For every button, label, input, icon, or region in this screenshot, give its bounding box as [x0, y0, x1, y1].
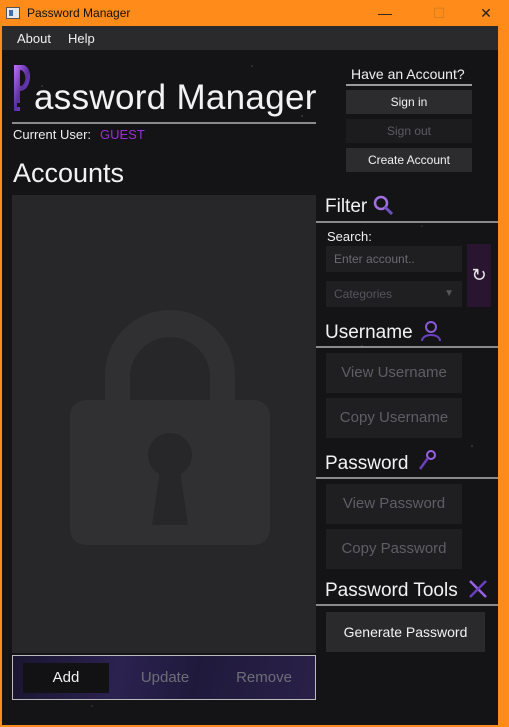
- category-dropdown-value: Categories: [334, 287, 393, 301]
- search-label: Search:: [327, 229, 372, 244]
- username-divider: [316, 346, 498, 348]
- create-account-button[interactable]: Create Account: [346, 148, 472, 172]
- search-icon: [373, 195, 394, 216]
- title-bar: Password Manager — ☐ ✕: [0, 0, 509, 26]
- have-account-heading: Have an Account?: [351, 66, 465, 82]
- category-dropdown[interactable]: Categories ▼: [326, 281, 462, 307]
- accounts-heading: Accounts: [13, 158, 125, 188]
- sign-out-button[interactable]: Sign out: [346, 119, 472, 143]
- update-button[interactable]: Update: [122, 663, 208, 693]
- refresh-button[interactable]: ↻: [467, 244, 491, 307]
- app-title: assword Manager: [34, 78, 317, 117]
- view-username-button[interactable]: View Username: [326, 353, 462, 393]
- add-button[interactable]: Add: [23, 663, 109, 693]
- key-icon: [418, 450, 436, 470]
- have-account-divider: [346, 84, 472, 86]
- logo-key-icon: [14, 65, 31, 111]
- lock-icon: [70, 310, 270, 545]
- title-divider: [12, 122, 316, 124]
- accounts-action-bar: Add Update Remove: [12, 655, 316, 700]
- copy-password-button[interactable]: Copy Password: [326, 529, 462, 569]
- username-heading: Username: [325, 322, 413, 343]
- password-tools-heading: Password Tools: [325, 580, 458, 601]
- menu-bar: About Help: [2, 26, 498, 50]
- current-user-label: Current User:: [13, 127, 92, 142]
- password-tools-divider: [316, 604, 498, 606]
- minimize-button[interactable]: —: [362, 0, 408, 26]
- generate-password-button[interactable]: Generate Password: [326, 612, 485, 652]
- app-icon: [6, 7, 20, 19]
- view-password-button[interactable]: View Password: [326, 484, 462, 524]
- sign-in-button[interactable]: Sign in: [346, 90, 472, 114]
- password-divider: [316, 477, 498, 479]
- current-user-value: GUEST: [100, 127, 145, 142]
- maximize-button[interactable]: ☐: [416, 0, 462, 26]
- user-icon: [421, 321, 441, 342]
- menu-about[interactable]: About: [17, 31, 51, 46]
- copy-username-button[interactable]: Copy Username: [326, 398, 462, 438]
- remove-button[interactable]: Remove: [221, 663, 307, 693]
- filter-heading: Filter: [325, 196, 368, 217]
- close-button[interactable]: ✕: [463, 0, 509, 26]
- chevron-down-icon: ▼: [444, 288, 454, 299]
- password-heading: Password: [325, 453, 409, 474]
- tools-icon: [469, 580, 487, 598]
- app-window: About Help assword Manager Current User:…: [2, 26, 498, 725]
- window-title: Password Manager: [27, 6, 131, 20]
- filter-divider: [316, 221, 498, 223]
- menu-help[interactable]: Help: [68, 31, 95, 46]
- accounts-list[interactable]: [12, 195, 316, 653]
- search-input[interactable]: [326, 246, 462, 272]
